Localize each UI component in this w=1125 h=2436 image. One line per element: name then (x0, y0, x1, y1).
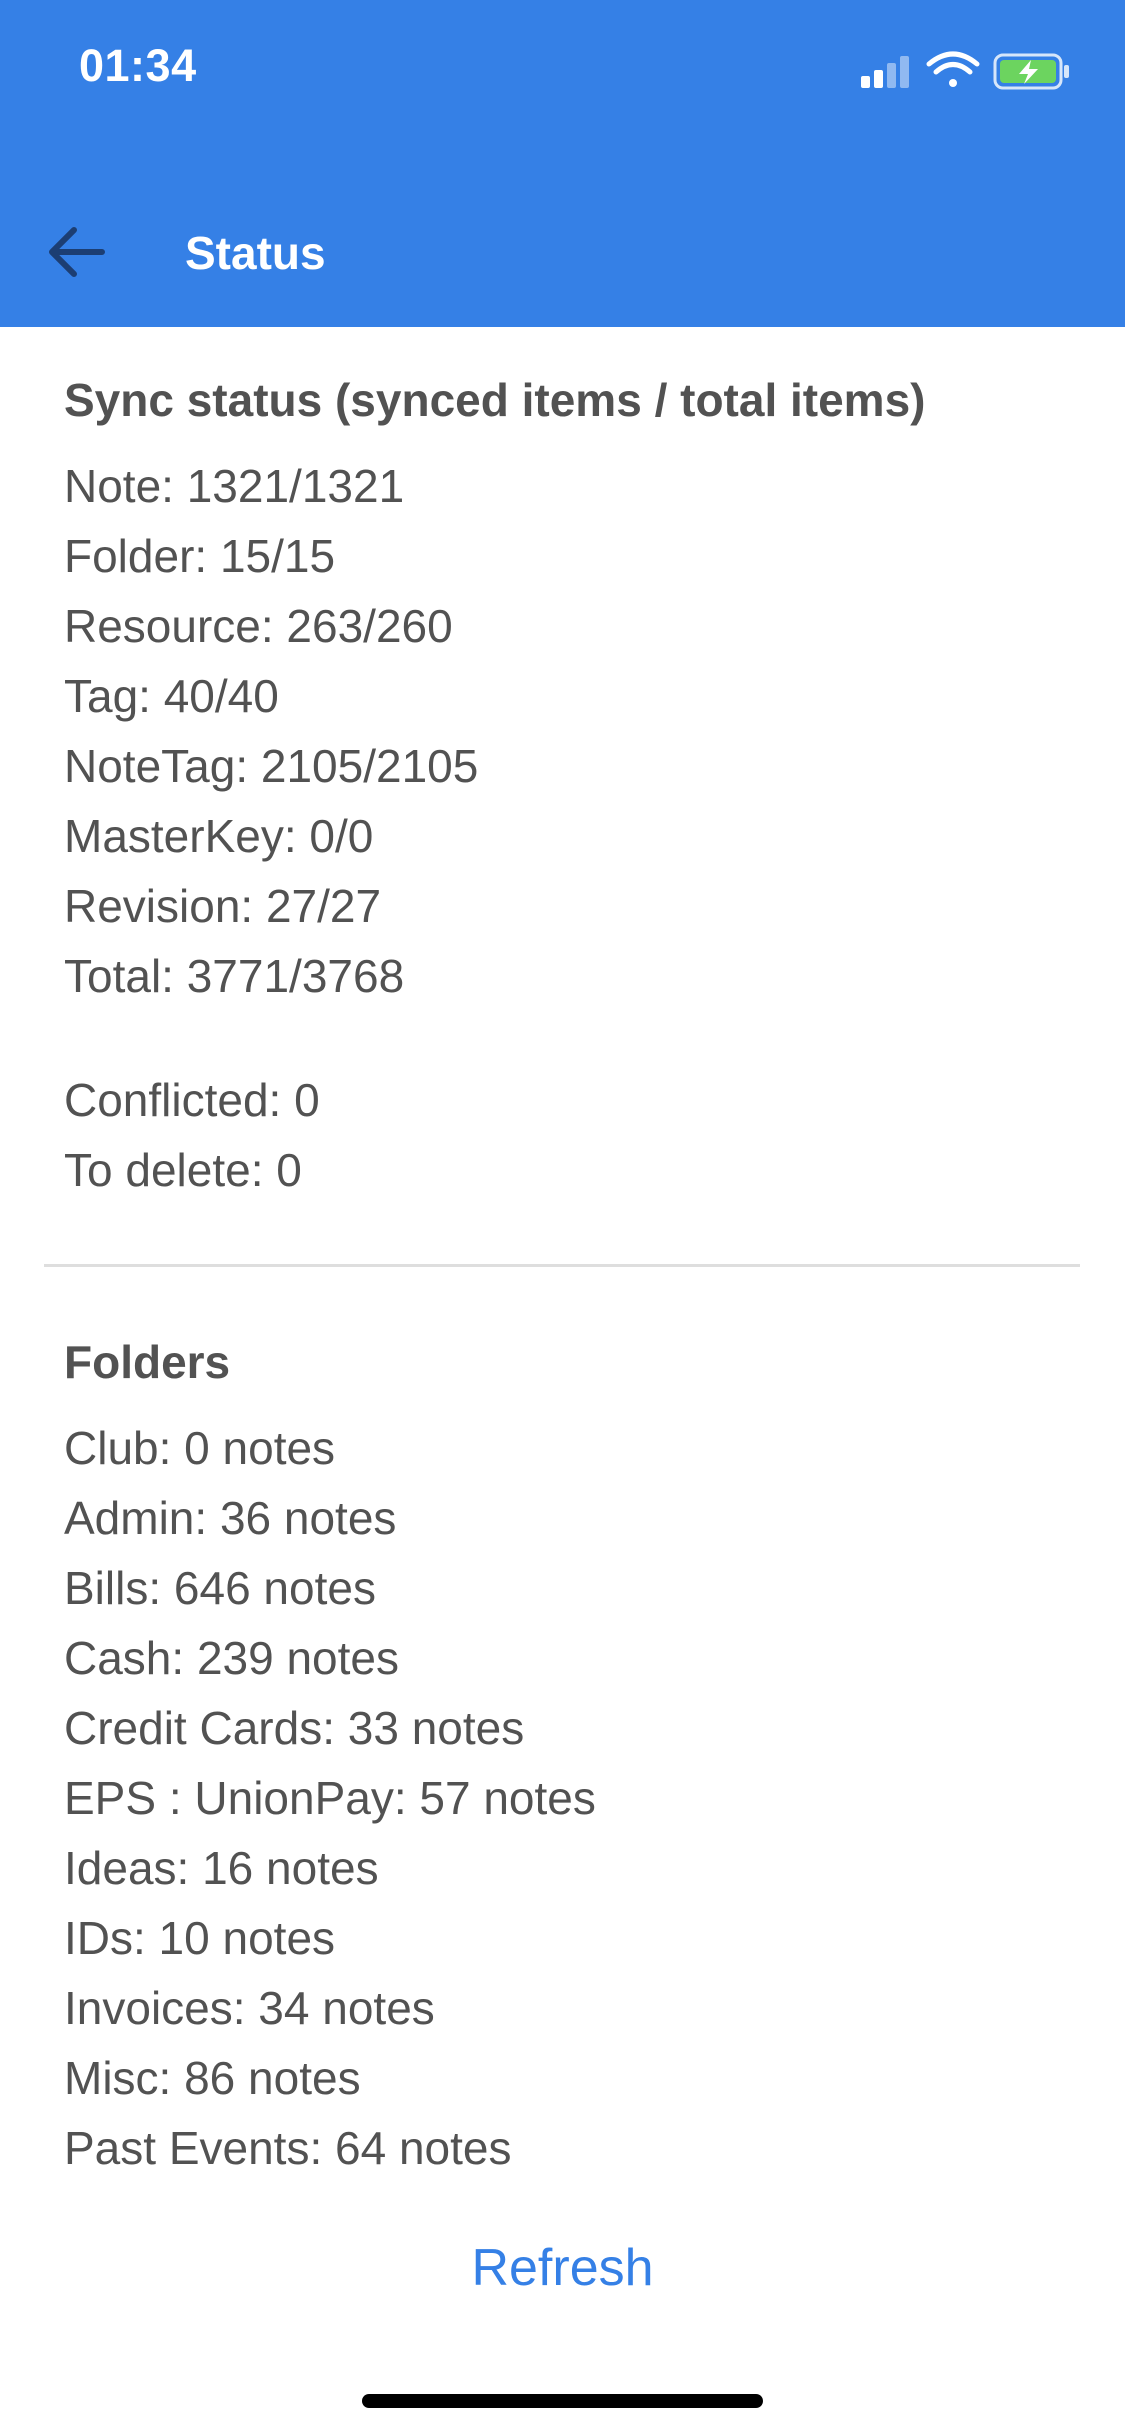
sync-item-folder: Folder: 15/15 (64, 530, 336, 582)
app-header: 01:34 Status (0, 0, 1125, 327)
sync-item-masterkey: MasterKey: 0/0 (64, 810, 374, 862)
status-bar-time: 01:34 (79, 40, 197, 91)
status-content: Sync status (synced items / total items)… (64, 327, 1064, 1205)
sync-item-revision: Revision: 27/27 (64, 880, 382, 932)
sync-item-notetag: NoteTag: 2105/2105 (64, 740, 479, 792)
page-title: Status (185, 227, 326, 279)
sync-extra-list: Conflicted: 0 To delete: 0 (64, 1065, 1064, 1205)
folder-item: Bills: 646 notes (64, 1562, 376, 1614)
sync-item-tag: Tag: 40/40 (64, 670, 279, 722)
to-delete-count: To delete: 0 (64, 1144, 302, 1196)
refresh-button[interactable]: Refresh (0, 2238, 1125, 2298)
sync-status-list: Note: 1321/1321 Folder: 15/15 Resource: … (64, 451, 1064, 1011)
wifi-icon (926, 51, 980, 87)
folder-item: Misc: 86 notes (64, 2052, 361, 2104)
sync-status-heading: Sync status (synced items / total items) (64, 374, 926, 426)
status-bar-icons (861, 46, 1081, 96)
arrow-left-icon (49, 227, 105, 277)
folder-item: Credit Cards: 33 notes (64, 1702, 525, 1754)
section-divider (44, 1264, 1080, 1267)
sync-item-resource: Resource: 263/260 (64, 600, 453, 652)
folder-item: Club: 0 notes (64, 1422, 336, 1474)
conflicted-count: Conflicted: 0 (64, 1074, 320, 1126)
battery-charging-icon (993, 53, 1069, 90)
sync-item-note: Note: 1321/1321 (64, 460, 405, 512)
cellular-signal-icon (861, 56, 909, 88)
home-indicator (362, 2394, 763, 2408)
folder-item: Invoices: 34 notes (64, 1982, 435, 2034)
back-button[interactable] (36, 212, 116, 292)
folder-item: Past Events: 64 notes (64, 2122, 512, 2174)
folder-item: Cash: 239 notes (64, 1632, 400, 1684)
folder-item: IDs: 10 notes (64, 1912, 336, 1964)
folders-heading: Folders (64, 1336, 231, 1388)
sync-item-total: Total: 3771/3768 (64, 950, 405, 1002)
folders-section: Folders Club: 0 notes Admin: 36 notes Bi… (64, 1327, 1064, 2183)
folder-item: Admin: 36 notes (64, 1492, 397, 1544)
folder-item: Ideas: 16 notes (64, 1842, 379, 1894)
folders-list: Club: 0 notes Admin: 36 notes Bills: 646… (64, 1413, 1064, 2183)
folder-item: EPS : UnionPay: 57 notes (64, 1772, 596, 1824)
